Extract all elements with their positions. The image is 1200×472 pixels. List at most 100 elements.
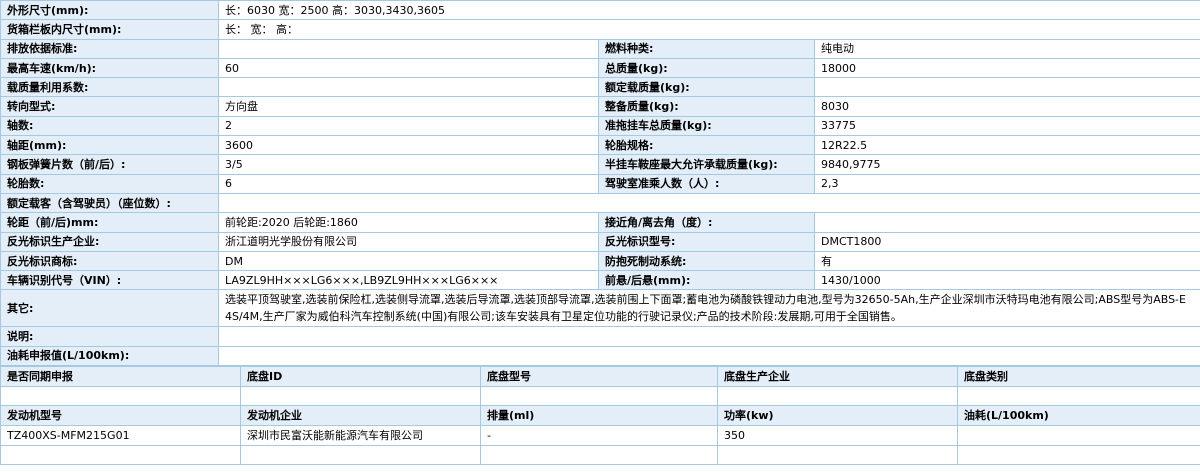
table-cell: TZ400XS-MFM215G01 xyxy=(0,425,241,446)
engine-header-row: 发动机型号 发动机企业 排量(ml) 功率(kw) 油耗(L/100km) xyxy=(0,405,1200,427)
field-value xyxy=(814,212,1200,233)
field-label: 排放依据标准: xyxy=(0,38,219,59)
field-label: 轴数: xyxy=(0,115,219,137)
field-value: 纯电动 xyxy=(814,38,1200,59)
chassis-value-row xyxy=(0,385,1200,407)
column-header: 发动机型号 xyxy=(0,405,241,427)
field-value: DMCT1800 xyxy=(814,231,1200,252)
field-value xyxy=(218,192,1200,214)
field-label: 货箱栏板内尺寸(mm): xyxy=(0,19,219,40)
table-cell: 350 xyxy=(717,425,958,446)
field-label: 转向型式: xyxy=(0,96,219,117)
empty-row xyxy=(0,444,1200,466)
spec-row: 车辆识别代号（VIN）: LA9ZL9HH×××LG6×××,LB9ZL9HH×… xyxy=(0,270,1200,291)
spec-row: 轮胎数: 6 驾驶室准乘人数（人）: 2,3 xyxy=(0,173,1200,194)
field-label: 其它: xyxy=(0,289,219,328)
field-label: 轮距（前/后)mm: xyxy=(0,212,219,233)
spec-row: 钢板弹簧片数（前/后）: 3/5 半挂车鞍座最大允许承载质量(kg): 9840… xyxy=(0,154,1200,175)
field-value: 有 xyxy=(814,250,1200,272)
column-header: 油耗(L/100km) xyxy=(957,405,1200,427)
field-value: 长：6030 宽：2500 高：3030,3430,3605 xyxy=(218,0,1200,21)
field-value: 6 xyxy=(218,173,599,194)
field-label: 轴距(mm): xyxy=(0,135,219,156)
spec-row: 轮距（前/后)mm: 前轮距:2020 后轮距:1860 接近角/离去角（度）: xyxy=(0,212,1200,233)
field-label: 车辆识别代号（VIN）: xyxy=(0,270,219,291)
field-value: DM xyxy=(218,250,599,272)
spec-row-other: 其它: 选装平顶驾驶室,选装前保险杠,选装侧导流罩,选装后导流罩,选装顶部导流罩… xyxy=(0,289,1200,328)
field-value xyxy=(218,326,1200,347)
field-label: 反光标识商标: xyxy=(0,250,219,272)
field-value: 33775 xyxy=(814,115,1200,137)
field-value xyxy=(218,38,599,59)
field-value: 60 xyxy=(218,57,599,79)
field-label: 最高车速(km/h): xyxy=(0,57,219,79)
table-cell xyxy=(957,385,1200,407)
table-cell xyxy=(240,444,481,466)
column-header: 底盘ID xyxy=(240,366,481,387)
table-cell xyxy=(480,444,718,466)
field-label: 外形尺寸(mm): xyxy=(0,0,219,21)
field-value xyxy=(814,77,1200,98)
field-value: 2 xyxy=(218,115,599,137)
field-value: 3/5 xyxy=(218,154,599,175)
table-cell: 深圳市民富沃能新能源汽车有限公司 xyxy=(240,425,481,446)
field-label: 额定载质量(kg): xyxy=(598,77,815,98)
field-label: 反光标识生产企业: xyxy=(0,231,219,252)
field-label: 轮胎数: xyxy=(0,173,219,194)
field-value xyxy=(218,77,599,98)
column-header: 底盘生产企业 xyxy=(717,366,958,387)
field-value: 2,3 xyxy=(814,173,1200,194)
field-label: 总质量(kg): xyxy=(598,57,815,79)
field-label: 载质量利用系数: xyxy=(0,77,219,98)
column-header: 底盘型号 xyxy=(480,366,718,387)
table-cell xyxy=(717,385,958,407)
field-value: 3600 xyxy=(218,135,599,156)
table-cell: - xyxy=(480,425,718,446)
field-value: 浙江道明光学股份有限公司 xyxy=(218,231,599,252)
table-cell xyxy=(0,444,241,466)
field-label: 轮胎规格: xyxy=(598,135,815,156)
field-value: 方向盘 xyxy=(218,96,599,117)
spec-row: 最高车速(km/h): 60 总质量(kg): 18000 xyxy=(0,57,1200,79)
field-label: 前悬/后悬(mm): xyxy=(598,270,815,291)
table-cell xyxy=(957,425,1200,446)
table-cell xyxy=(240,385,481,407)
field-label: 额定载客（含驾驶员）（座位数）: xyxy=(0,192,219,214)
field-label: 油耗申报值(L/100km): xyxy=(0,345,219,367)
field-value: 12R22.5 xyxy=(814,135,1200,156)
field-label: 半挂车鞍座最大允许承载质量(kg): xyxy=(598,154,815,175)
field-label: 准拖挂车总质量(kg): xyxy=(598,115,815,137)
field-value: 8030 xyxy=(814,96,1200,117)
spec-row: 转向型式: 方向盘 整备质量(kg): 8030 xyxy=(0,96,1200,117)
field-value: 9840,9775 xyxy=(814,154,1200,175)
spec-row: 外形尺寸(mm): 长：6030 宽：2500 高：3030,3430,3605 xyxy=(0,0,1200,21)
chassis-engine-table: 是否同期申报 底盘ID 底盘型号 底盘生产企业 底盘类别 发动机型号 发动机企业… xyxy=(0,366,1200,466)
field-label: 燃料种类: xyxy=(598,38,815,59)
table-cell xyxy=(0,385,241,407)
spec-row: 载质量利用系数: 额定载质量(kg): xyxy=(0,77,1200,98)
spec-table: 外形尺寸(mm): 长：6030 宽：2500 高：3030,3430,3605… xyxy=(0,0,1200,367)
spec-row: 轴数: 2 准拖挂车总质量(kg): 33775 xyxy=(0,115,1200,137)
field-value: 1430/1000 xyxy=(814,270,1200,291)
table-cell xyxy=(480,385,718,407)
spec-row: 油耗申报值(L/100km): xyxy=(0,345,1200,367)
column-header: 发动机企业 xyxy=(240,405,481,427)
spec-row: 排放依据标准: 燃料种类: 纯电动 xyxy=(0,38,1200,59)
spec-row: 额定载客（含驾驶员）（座位数）: xyxy=(0,192,1200,214)
field-value: 选装平顶驾驶室,选装前保险杠,选装侧导流罩,选装后导流罩,选装顶部导流罩,选装前… xyxy=(218,289,1200,328)
engine-value-row: TZ400XS-MFM215G01 深圳市民富沃能新能源汽车有限公司 - 350 xyxy=(0,425,1200,446)
field-value: 长： 宽： 高： xyxy=(218,19,1200,40)
table-cell xyxy=(957,444,1200,466)
spec-row: 轴距(mm): 3600 轮胎规格: 12R22.5 xyxy=(0,135,1200,156)
column-header: 排量(ml) xyxy=(480,405,718,427)
field-value: 前轮距:2020 后轮距:1860 xyxy=(218,212,599,233)
spec-row: 反光标识商标: DM 防抱死制动系统: 有 xyxy=(0,250,1200,272)
spec-row: 货箱栏板内尺寸(mm): 长： 宽： 高： xyxy=(0,19,1200,40)
chassis-header-row: 是否同期申报 底盘ID 底盘型号 底盘生产企业 底盘类别 xyxy=(0,366,1200,387)
field-label: 整备质量(kg): xyxy=(598,96,815,117)
field-label: 反光标识型号: xyxy=(598,231,815,252)
field-label: 钢板弹簧片数（前/后）: xyxy=(0,154,219,175)
column-header: 底盘类别 xyxy=(957,366,1200,387)
spec-row: 说明: xyxy=(0,326,1200,347)
column-header: 是否同期申报 xyxy=(0,366,241,387)
